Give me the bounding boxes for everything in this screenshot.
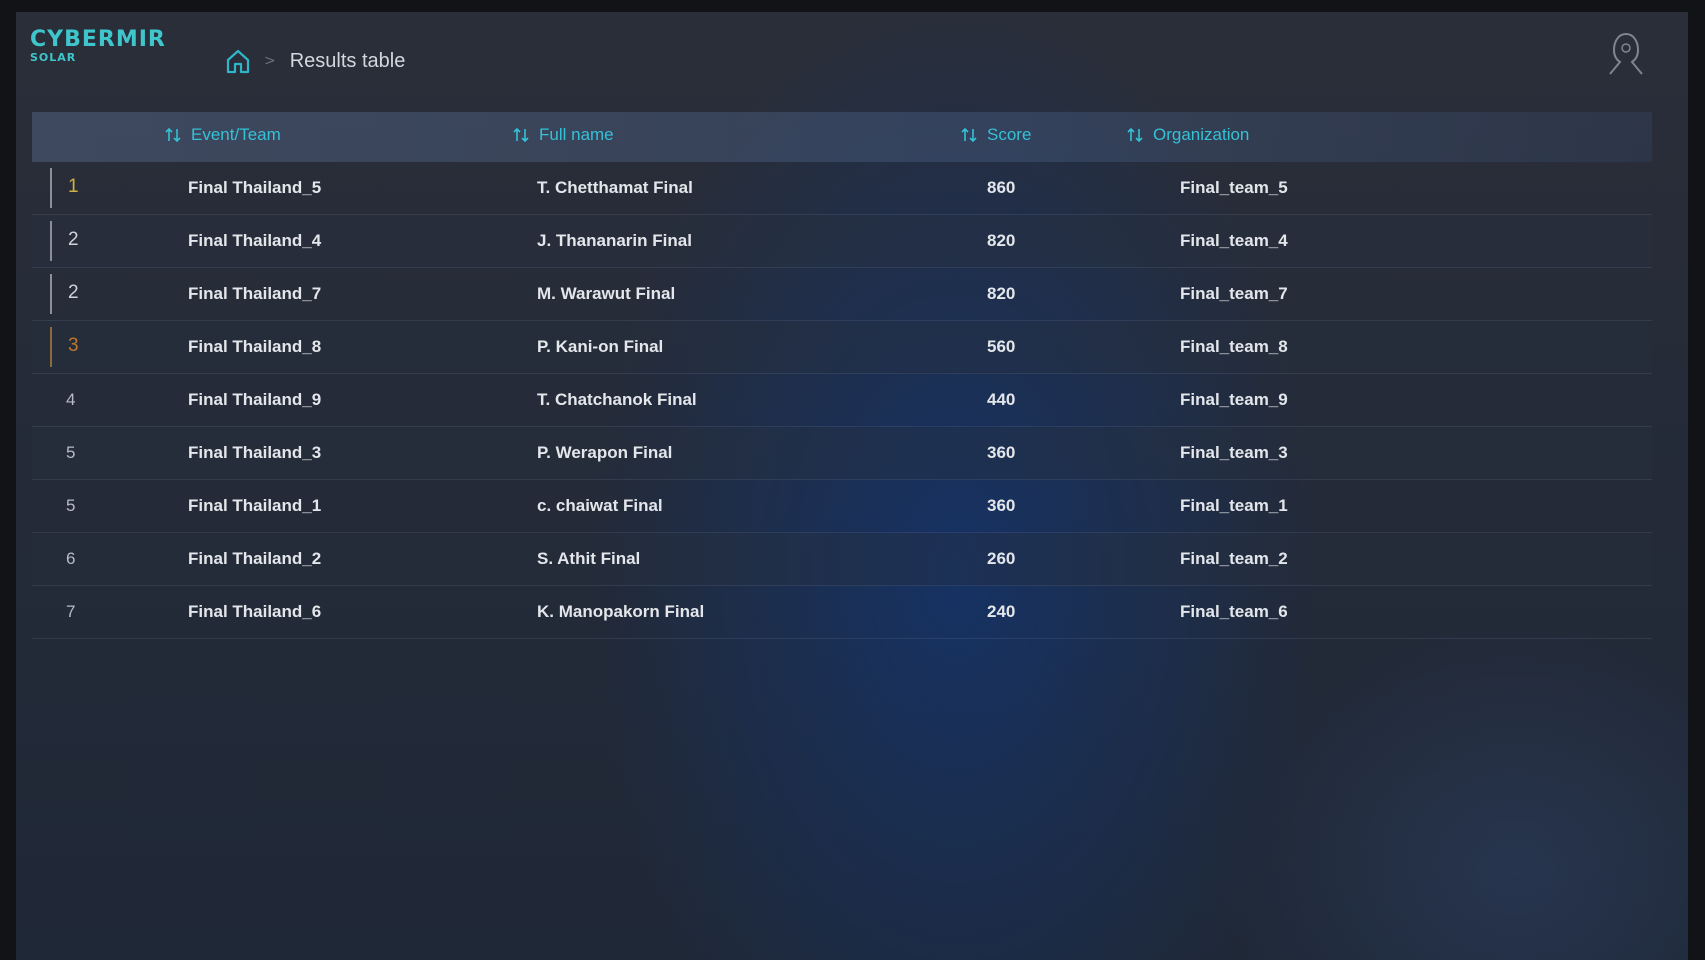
sort-icon [961, 127, 977, 143]
results-table: Event/Team Full name Score Organization … [32, 112, 1652, 639]
rank-cell: 6 [66, 549, 76, 568]
full-name-cell: J. Thananarin Final [537, 231, 692, 250]
sort-icon [513, 127, 529, 143]
score-cell: 240 [987, 602, 1016, 621]
event-team-cell: Final Thailand_4 [188, 231, 322, 250]
column-header-score[interactable]: Score [960, 125, 1031, 145]
table-row[interactable]: 7 Final Thailand_6 K. Manopakorn Final 2… [32, 586, 1652, 639]
score-cell: 360 [987, 496, 1016, 515]
full-name-cell: K. Manopakorn Final [537, 602, 705, 621]
breadcrumb: > Results table [224, 46, 405, 76]
column-label: Score [987, 125, 1032, 144]
rank-cell: 7 [66, 602, 76, 621]
rank-cell: 5 [66, 496, 76, 515]
organization-cell: Final_team_5 [1180, 178, 1288, 197]
score-cell: 860 [987, 178, 1016, 197]
rank-marker [50, 327, 52, 367]
breadcrumb-separator: > [264, 53, 276, 69]
table-header: Event/Team Full name Score Organization [32, 112, 1652, 162]
organization-cell: Final_team_2 [1180, 549, 1288, 568]
table-row[interactable]: 1 Final Thailand_5 T. Chetthamat Final 8… [32, 162, 1652, 215]
organization-cell: Final_team_3 [1180, 443, 1288, 462]
organization-cell: Final_team_8 [1180, 337, 1288, 356]
breadcrumb-current: Results table [289, 49, 406, 72]
rank-cell: 5 [66, 443, 76, 462]
organization-cell: Final_team_1 [1180, 496, 1288, 515]
score-cell: 440 [987, 390, 1016, 409]
rank-cell: 4 [66, 390, 76, 409]
brand-logo[interactable]: CYBERMIR SOLAR [30, 28, 166, 64]
rank-cell: 1 [68, 176, 79, 197]
organization-cell: Final_team_7 [1180, 284, 1288, 303]
score-cell: 360 [987, 443, 1016, 462]
column-header-organization[interactable]: Organization [1126, 125, 1249, 145]
full-name-cell: T. Chetthamat Final [537, 178, 693, 197]
table-row[interactable]: 5 Final Thailand_1 c. chaiwat Final 360 … [32, 480, 1652, 533]
organization-cell: Final_team_6 [1180, 602, 1288, 621]
column-label: Event/Team [191, 125, 281, 144]
column-header-event-team[interactable]: Event/Team [164, 125, 281, 145]
event-team-cell: Final Thailand_9 [188, 390, 322, 409]
rank-cell: 3 [68, 335, 79, 356]
table-row[interactable]: 4 Final Thailand_9 T. Chatchanok Final 4… [32, 374, 1652, 427]
home-icon[interactable] [224, 47, 252, 75]
full-name-cell: P. Kani-on Final [537, 337, 664, 356]
column-label: Organization [1153, 125, 1250, 144]
rank-marker [50, 168, 52, 208]
event-team-cell: Final Thailand_8 [188, 337, 322, 356]
event-team-cell: Final Thailand_3 [188, 443, 322, 462]
event-team-cell: Final Thailand_6 [188, 602, 322, 621]
table-row[interactable]: 5 Final Thailand_3 P. Werapon Final 360 … [32, 427, 1652, 480]
full-name-cell: c. chaiwat Final [537, 496, 663, 515]
full-name-cell: T. Chatchanok Final [537, 390, 697, 409]
rank-marker [50, 221, 52, 261]
column-label: Full name [539, 125, 614, 144]
full-name-cell: M. Warawut Final [537, 284, 676, 303]
event-team-cell: Final Thailand_1 [188, 496, 322, 515]
score-cell: 820 [987, 284, 1016, 303]
score-cell: 560 [987, 337, 1016, 356]
table-row[interactable]: 6 Final Thailand_2 S. Athit Final 260 Fi… [32, 533, 1652, 586]
organization-cell: Final_team_9 [1180, 390, 1288, 409]
rank-cell: 2 [68, 229, 79, 250]
score-cell: 820 [987, 231, 1016, 250]
column-header-full-name[interactable]: Full name [512, 125, 614, 145]
event-team-cell: Final Thailand_5 [188, 178, 322, 197]
rank-marker [50, 274, 52, 314]
user-avatar-icon[interactable] [1600, 28, 1652, 80]
app-screen: CYBERMIR SOLAR > Results table Event/Tea… [16, 12, 1688, 960]
full-name-cell: P. Werapon Final [537, 443, 673, 462]
brand-name: CYBERMIR [30, 27, 166, 52]
event-team-cell: Final Thailand_2 [188, 549, 322, 568]
organization-cell: Final_team_4 [1180, 231, 1288, 250]
event-team-cell: Final Thailand_7 [188, 284, 322, 303]
rank-cell: 2 [68, 282, 79, 303]
score-cell: 260 [987, 549, 1016, 568]
full-name-cell: S. Athit Final [537, 549, 641, 568]
table-row[interactable]: 2 Final Thailand_7 M. Warawut Final 820 … [32, 268, 1652, 321]
brand-sub: SOLAR [30, 51, 77, 64]
table-row[interactable]: 3 Final Thailand_8 P. Kani-on Final 560 … [32, 321, 1652, 374]
table-row[interactable]: 2 Final Thailand_4 J. Thananarin Final 8… [32, 215, 1652, 268]
sort-icon [1127, 127, 1143, 143]
sort-icon [165, 127, 181, 143]
